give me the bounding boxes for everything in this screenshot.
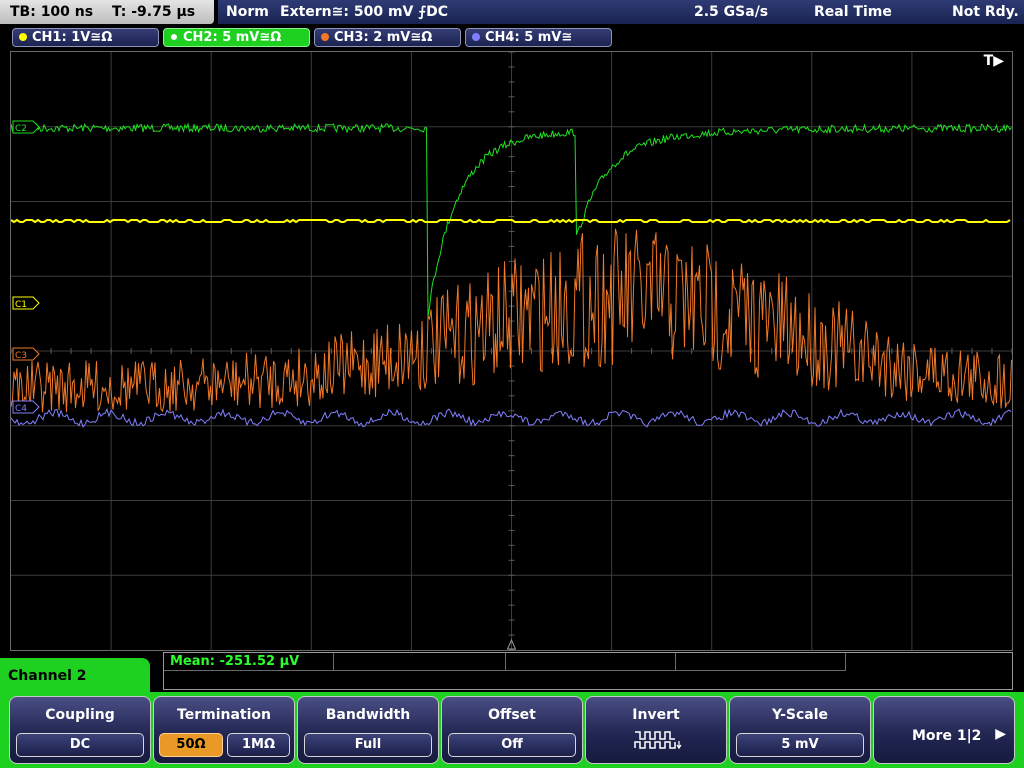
ch2-label: CH2: 5 mV≅Ω xyxy=(183,30,282,45)
measurement-cell xyxy=(334,653,506,671)
ch4-dot-icon xyxy=(472,33,480,41)
yscale-title: Y-Scale xyxy=(771,707,828,723)
trigger-state: Not Rdy. xyxy=(952,4,1019,20)
waveform-display[interactable]: C2 C1 C3 C4 T▶ xyxy=(10,51,1013,651)
more-label: More 1|2 xyxy=(912,728,982,744)
measurement-panel: Mean: -251.52 µV xyxy=(163,652,1013,690)
trigger-source: Extern≅: 500 mV ⨍DC xyxy=(280,4,449,20)
more-softkey[interactable]: More 1|2 ▶ xyxy=(873,696,1015,764)
trigger-info-strip[interactable]: Norm Extern≅: 500 mV ⨍DC 2.5 GSa/s Real … xyxy=(218,0,1024,24)
play-right-icon: ▶ xyxy=(995,726,1006,742)
channel-tab-ch3[interactable]: CH3: 2 mV≅Ω xyxy=(314,28,461,47)
waveform-canvas: C2 C1 C3 C4 xyxy=(11,52,1012,650)
coupling-title: Coupling xyxy=(45,707,115,723)
invert-title: Invert xyxy=(632,707,680,723)
measurement-cell xyxy=(676,653,846,671)
marker-label: C2 xyxy=(15,124,27,134)
bandwidth-value[interactable]: Full xyxy=(304,733,432,757)
ch1-trace xyxy=(11,218,1011,224)
status-bar: TB: 100 ns T: -9.75 µs Norm Extern≅: 500… xyxy=(0,0,1024,26)
acquisition-mode: Real Time xyxy=(814,4,892,20)
yscale-softkey[interactable]: Y-Scale 5 mV xyxy=(729,696,871,764)
channel-tab-ch4[interactable]: CH4: 5 mV≅ xyxy=(465,28,612,47)
mean-measurement: Mean: -251.52 µV xyxy=(170,654,300,669)
termination-50ohm-option[interactable]: 50Ω xyxy=(159,733,223,757)
marker-label: C1 xyxy=(15,300,27,310)
coupling-softkey[interactable]: Coupling DC xyxy=(9,696,151,764)
yscale-value[interactable]: 5 mV xyxy=(736,733,864,757)
ch1-ground-marker: C1 xyxy=(12,296,40,310)
termination-title: Termination xyxy=(177,707,271,723)
invert-waveform-icon xyxy=(634,731,682,750)
ch3-label: CH3: 2 mV≅Ω xyxy=(334,30,433,45)
ch2-dot-icon xyxy=(170,33,178,41)
invert-softkey[interactable]: Invert xyxy=(585,696,727,764)
softkey-bar: Coupling DC Termination 50Ω 1MΩ Bandwidt… xyxy=(0,692,1024,768)
ch2-ground-marker: C2 xyxy=(12,120,40,134)
termination-1mohm-option[interactable]: 1MΩ xyxy=(227,733,290,757)
offset-value[interactable]: Off xyxy=(448,733,576,757)
channel-tab-ch1[interactable]: CH1: 1V≅Ω xyxy=(12,28,159,47)
bandwidth-title: Bandwidth xyxy=(325,707,411,723)
trigger-time-value: T: -9.75 µs xyxy=(111,4,196,20)
ch1-label: CH1: 1V≅Ω xyxy=(32,30,113,45)
sample-rate: 2.5 GSa/s xyxy=(694,4,769,20)
ch3-dot-icon xyxy=(321,33,329,41)
coupling-value[interactable]: DC xyxy=(16,733,144,757)
trigger-position-icon[interactable]: T▶ xyxy=(984,53,1004,69)
ch4-ground-marker: C4 xyxy=(12,400,40,414)
ch3-ground-marker: C3 xyxy=(12,347,40,361)
termination-softkey[interactable]: Termination 50Ω 1MΩ xyxy=(153,696,295,764)
marker-label: C4 xyxy=(15,404,27,414)
channel-tab-ch2[interactable]: CH2: 5 mV≅Ω xyxy=(163,28,310,47)
bandwidth-softkey[interactable]: Bandwidth Full xyxy=(297,696,439,764)
ch1-dot-icon xyxy=(19,33,27,41)
ch4-label: CH4: 5 mV≅ xyxy=(485,30,573,45)
timebase-value: TB: 100 ns xyxy=(10,4,94,20)
timebase-box[interactable]: TB: 100 ns T: -9.75 µs xyxy=(0,0,214,24)
measurement-cell xyxy=(506,653,676,671)
marker-label: C3 xyxy=(15,351,27,361)
offset-title: Offset xyxy=(488,707,536,723)
offset-softkey[interactable]: Offset Off xyxy=(441,696,583,764)
trigger-mode: Norm xyxy=(226,4,269,20)
